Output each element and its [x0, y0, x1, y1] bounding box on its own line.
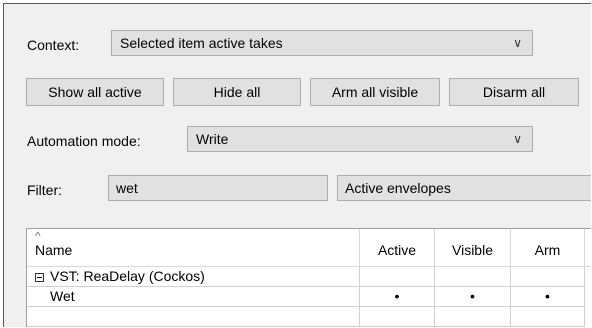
row-name-cell: Wet [27, 287, 360, 307]
empty-cell [360, 307, 435, 327]
show-all-active-button[interactable]: Show all active [26, 78, 164, 106]
column-header-visible-label: Visible [452, 242, 493, 258]
row-arm-toggle[interactable]: • [511, 287, 585, 307]
table-row[interactable]: Wet • • • [27, 287, 591, 307]
empty-cell [27, 307, 360, 327]
chevron-down-icon: ∨ [513, 132, 522, 146]
column-header-arm-label: Arm [534, 242, 561, 258]
automation-mode-label: Automation mode: [27, 133, 141, 149]
table-row-empty [27, 307, 591, 327]
collapse-icon[interactable] [35, 273, 44, 282]
row-active-toggle[interactable]: • [360, 287, 435, 307]
filter-label: Filter: [27, 182, 62, 198]
context-dropdown[interactable]: Selected item active takes ∨ [111, 30, 533, 56]
column-header-visible[interactable]: Visible [435, 229, 511, 267]
empty-cell [435, 307, 511, 327]
envelope-table: Name ^ Active Visible Arm VST: ReaDelay … [26, 228, 591, 327]
group-arm-cell [511, 267, 585, 287]
arm-all-visible-button[interactable]: Arm all visible [310, 78, 440, 106]
hide-all-button[interactable]: Hide all [173, 78, 301, 106]
automation-mode-dropdown[interactable]: Write ∨ [187, 126, 533, 152]
sort-ascending-icon: ^ [35, 229, 41, 243]
group-label: VST: ReaDelay (Cockos) [50, 268, 205, 284]
column-header-filler [585, 229, 591, 267]
automation-mode-value: Write [196, 131, 229, 147]
column-header-arm[interactable]: Arm [511, 229, 585, 267]
group-name-cell: VST: ReaDelay (Cockos) [27, 267, 360, 287]
column-header-name[interactable]: Name ^ [27, 229, 360, 267]
filter-input[interactable]: wet [108, 175, 328, 201]
chevron-down-icon: ∨ [513, 36, 522, 50]
context-value: Selected item active takes [120, 35, 283, 51]
disarm-all-button[interactable]: Disarm all [449, 78, 579, 106]
column-header-active-label: Active [377, 242, 417, 258]
empty-cell [511, 307, 585, 327]
group-active-cell [360, 267, 435, 287]
group-visible-cell [435, 267, 511, 287]
table-group-row[interactable]: VST: ReaDelay (Cockos) [27, 267, 591, 287]
row-visible-toggle[interactable]: • [435, 287, 511, 307]
column-header-active[interactable]: Active [360, 229, 435, 267]
filter-scope-dropdown[interactable]: Active envelopes [337, 175, 591, 201]
context-label: Context: [27, 37, 80, 53]
envelope-manager-window: Context: Selected item active takes ∨ Sh… [3, 3, 591, 327]
